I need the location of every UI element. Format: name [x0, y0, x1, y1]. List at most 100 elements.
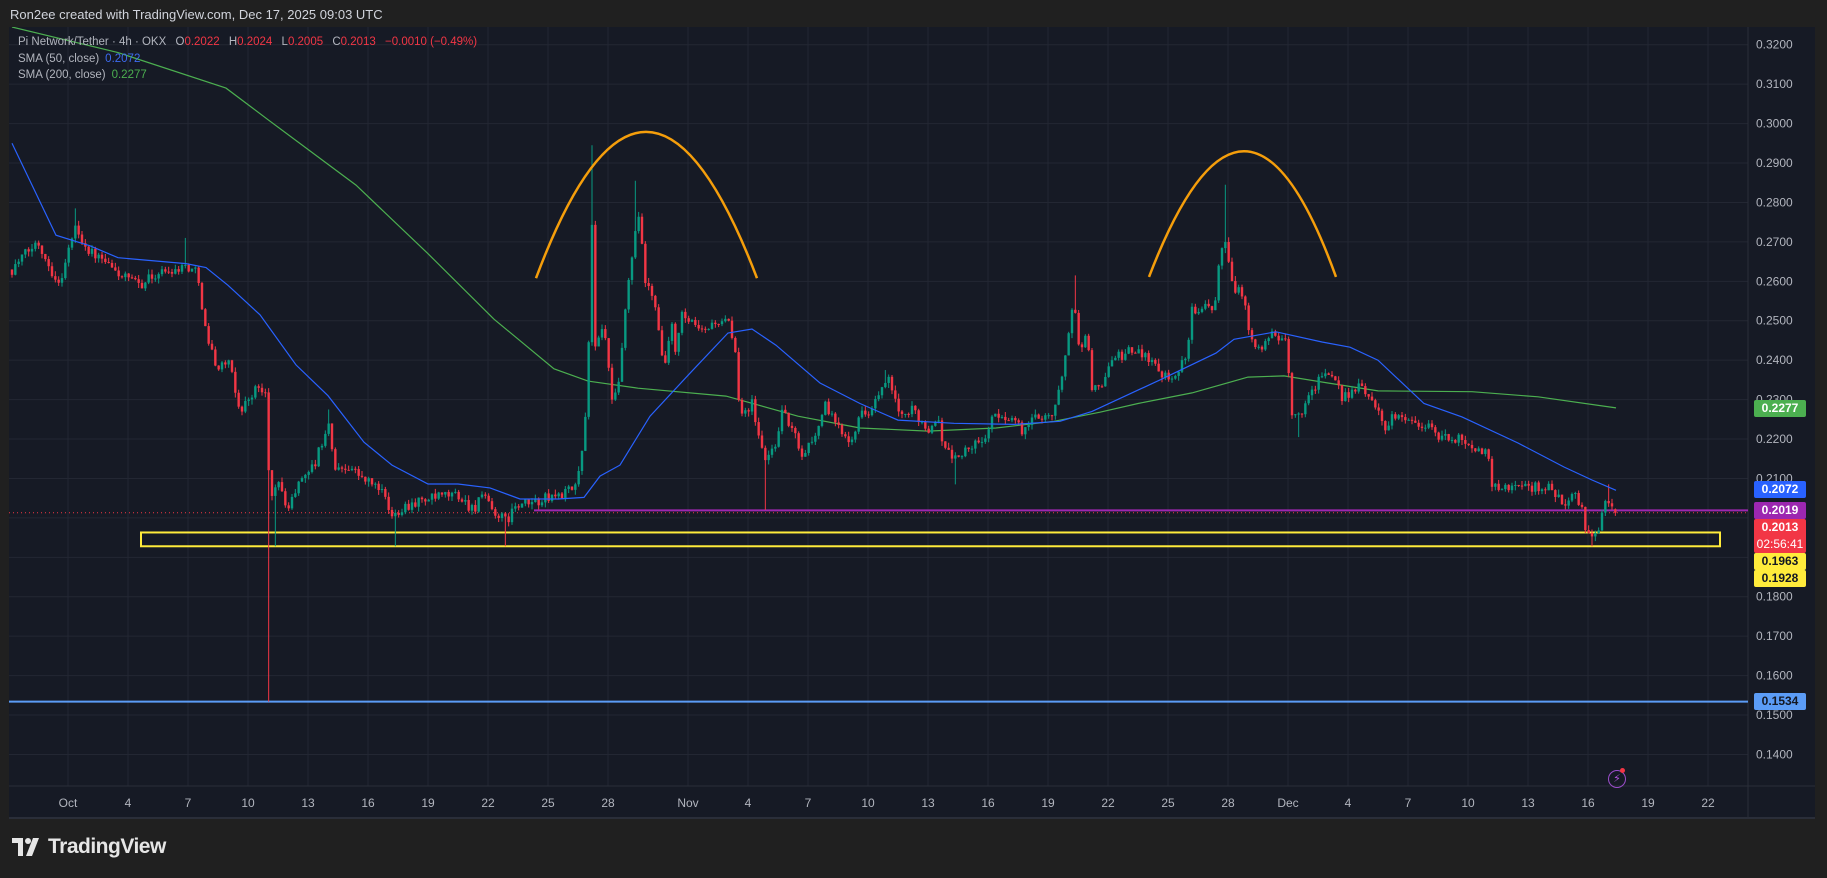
candle-body [414, 502, 417, 507]
candle-body [1567, 500, 1570, 506]
candle-body [847, 436, 850, 443]
candle-body [1574, 493, 1577, 495]
candle-body [1294, 414, 1297, 416]
time-tick-label: 22 [1101, 796, 1115, 810]
candle-body [1287, 338, 1290, 374]
candle-body [1104, 376, 1107, 387]
candle-body [1607, 500, 1610, 504]
candle-body [197, 267, 200, 283]
candle-body [1007, 420, 1010, 422]
candle-body [647, 283, 650, 287]
candle-body [1514, 484, 1517, 486]
candle-body [200, 282, 204, 310]
candle-body [137, 279, 140, 283]
candle-body [114, 267, 117, 271]
candle-body [797, 433, 800, 449]
candle-body [60, 278, 64, 283]
candle-body [44, 253, 47, 260]
top-arc-annotation[interactable] [1147, 150, 1338, 278]
sma200-label: SMA (200, close) [18, 69, 106, 81]
time-tick-label: 22 [481, 796, 495, 810]
candle-body [254, 386, 257, 398]
candle-body [294, 493, 297, 497]
candle-body [764, 447, 767, 461]
candle-body [1464, 440, 1467, 444]
candle-body [394, 512, 397, 517]
candle-body [280, 482, 284, 492]
candle-body [740, 399, 744, 414]
candle-body [1170, 378, 1174, 380]
candle-body [410, 502, 414, 510]
candle-body [860, 410, 864, 418]
candle-body [767, 454, 770, 461]
candle-body [1494, 483, 1497, 487]
candle-body [440, 492, 444, 495]
candle-body [627, 279, 630, 310]
chart-pane[interactable]: 0.3200 0.3100 0.3000 0.2900 0.2800 0.2700 0.26… [9, 27, 1815, 819]
candle-body [354, 468, 357, 470]
candle-body [1420, 426, 1424, 428]
candle-body [560, 493, 564, 499]
price-label-0-2277: 0.2277 [1754, 400, 1806, 418]
candle-body [1057, 389, 1060, 405]
candle-body [707, 328, 710, 330]
price-label-value: 0.2072 [1761, 481, 1799, 496]
candle-body [464, 499, 467, 502]
sma200-line[interactable] [11, 27, 1617, 432]
candle-body [1520, 485, 1524, 487]
candle-body [227, 360, 230, 365]
candle-body [784, 409, 787, 413]
candle-body [1037, 414, 1040, 419]
candle-body [150, 274, 154, 279]
candle-body [180, 265, 184, 272]
price-chart[interactable]: 0.3200 0.3100 0.3000 0.2900 0.2800 0.2700 0.26… [9, 27, 1815, 817]
candle-body [1370, 396, 1374, 401]
candle-body [1337, 380, 1340, 386]
time-tick-label: 10 [1461, 796, 1475, 810]
candle-body [730, 320, 734, 338]
candle-body [1080, 344, 1084, 348]
candle-body [844, 434, 847, 437]
candle-body [654, 295, 657, 308]
candle-body [644, 243, 647, 284]
candle-body [790, 425, 794, 428]
candle-body [237, 392, 240, 407]
support-zone-rectangle[interactable] [140, 531, 1721, 548]
candle-body [677, 332, 680, 352]
candle-body [1384, 421, 1387, 431]
candle-body [1597, 530, 1600, 533]
candle-body [230, 360, 234, 372]
candle-body [390, 509, 394, 517]
close-label: C [332, 36, 341, 48]
candle-body [927, 428, 930, 433]
candle-body [650, 286, 654, 296]
candle-body [760, 435, 764, 448]
candle-body [1367, 394, 1370, 397]
candle-body [1054, 404, 1057, 416]
candle-body [34, 242, 37, 249]
candle-body [1330, 374, 1334, 377]
sma50-legend-row[interactable]: SMA (50, close) 0.2072 [18, 51, 477, 68]
candle-body [770, 448, 774, 455]
candle-body [147, 274, 150, 283]
time-tick-label: 4 [1345, 796, 1352, 810]
candle-body [1470, 444, 1474, 449]
time-tick-label: 16 [981, 796, 995, 810]
candle-body [1560, 494, 1564, 505]
candle-body [170, 272, 174, 274]
candle-body [554, 494, 557, 497]
symbol-title[interactable]: Pi Network/Tether · 4h · OKX [18, 36, 166, 48]
candle-body [1124, 353, 1127, 360]
candle-body [27, 249, 30, 252]
candle-body [474, 504, 477, 512]
price-label-value: 0.1534 [1761, 694, 1799, 709]
footer-logo[interactable]: TradingView [12, 835, 166, 859]
sma200-legend-row[interactable]: SMA (200, close) 0.2277 [18, 67, 477, 84]
candle-body [317, 447, 320, 467]
candle-body [264, 392, 267, 394]
candle-body [890, 376, 894, 391]
candle-body [700, 328, 704, 330]
candle-body [1354, 389, 1357, 392]
candle-body [1047, 415, 1050, 417]
candle-body [90, 248, 94, 254]
